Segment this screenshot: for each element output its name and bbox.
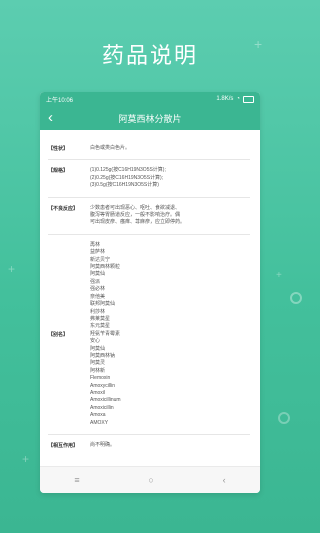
row-value: 再林 益萨林 新达贝宁 阿莫西林颗粒 阿莫仙 强派 强必林 奈他美 联邦阿莫仙 …	[90, 242, 250, 427]
plus-decoration: +	[8, 262, 16, 276]
value-line: 可出现皮疹、瘙痒、荨麻疹，应立即停药。	[90, 219, 186, 226]
status-time: 上午10:06	[46, 97, 74, 104]
alias-item: 阿莫西林颗粒	[90, 264, 121, 271]
network-speed: 1.8K/s	[216, 96, 234, 102]
row-label: 【性状】	[48, 146, 69, 152]
alias-item: 东元莫星	[90, 323, 111, 330]
row-label: 【相互作用】	[48, 443, 79, 449]
value-line: 白色或类白色片。	[90, 145, 131, 151]
row-label: 【规格】	[48, 168, 69, 175]
alias-item: Amoxa	[90, 412, 106, 419]
alias-item: 强必林	[90, 286, 106, 293]
alias-item: 利莎林	[90, 308, 106, 315]
row-value: 少数患者可出现恶心、呕吐、食欲减退、 腹泻等胃肠道反应，一般不影响治疗。偶 可出…	[90, 205, 250, 227]
alias-item: 再林	[90, 241, 101, 248]
page-title: 药品说明	[101, 43, 198, 68]
row-value: (1)0.125g(按C16H19N3O5S计算); (2)0.25g(按C16…	[90, 167, 250, 189]
home-icon[interactable]: ○	[148, 475, 153, 485]
alias-item: 阿莫西林钠	[90, 352, 116, 359]
back-icon[interactable]: ‹	[48, 110, 53, 125]
system-nav-bar: ≡ ○ ‹	[40, 466, 260, 493]
alias-item: 强派	[90, 278, 101, 285]
status-indicators: 1.8K/s ◔	[216, 95, 254, 103]
row-value: 尚不明确。	[90, 442, 250, 449]
drug-title: 阿莫西林分散片	[118, 113, 182, 124]
value-line: (1)0.125g(按C16H19N3O5S计算);	[90, 167, 166, 174]
status-bar: 上午10:06 1.8K/s ◔	[40, 92, 260, 106]
detail-row-interactions: 【相互作用】 尚不明确。	[48, 435, 250, 456]
alias-item: AMOXY	[90, 419, 109, 426]
circle-decoration	[290, 292, 302, 304]
detail-row-spec: 【规格】 (1)0.125g(按C16H19N3O5S计算); (2)0.25g…	[48, 160, 250, 198]
detail-row-aliases: 【别名】 再林 益萨林 新达贝宁 阿莫西林颗粒 阿莫仙 强派 强必林 奈他美 联…	[48, 235, 250, 435]
row-label: 【别名】	[48, 331, 69, 338]
row-label: 【不良反应】	[48, 205, 79, 212]
alias-item: Flemoxin	[90, 375, 111, 382]
value-line: (3)0.5g(按C16H19N3O5S计算)	[90, 182, 159, 189]
nav-back-icon[interactable]: ‹	[223, 475, 226, 485]
alias-item: 新达贝宁	[90, 256, 111, 263]
drug-details: 【性状】 白色或类白色片。 【规格】 (1)0.125g(按C16H19N3O5…	[40, 130, 260, 456]
app-bar: ‹ 阿莫西林分散片	[40, 106, 260, 130]
alias-item: 益萨林	[90, 249, 106, 256]
alias-item: 奈他美	[90, 293, 106, 300]
alias-item: Amoxicillin	[90, 404, 114, 411]
battery-icon	[243, 95, 254, 103]
alias-item: 阿莫仙	[90, 345, 106, 352]
alias-item: 联邦阿莫仙	[90, 301, 116, 308]
alias-item: Amoxil	[90, 389, 106, 396]
alias-item: 阿莫仙	[90, 271, 106, 278]
alias-item: Amoxycillin	[90, 382, 116, 389]
alias-item: Amoxicillinum	[90, 397, 121, 404]
phone-screen: 上午10:06 1.8K/s ◔ ‹ 阿莫西林分散片 【性状】 白色或类白色片。…	[40, 92, 260, 493]
detail-row-property: 【性状】 白色或类白色片。	[48, 138, 250, 161]
wifi-icon: ◔	[236, 96, 240, 102]
alias-item: 弗莱莫星	[90, 315, 111, 322]
alias-item: 羟氨苄青霉素	[90, 330, 121, 337]
plus-decoration: +	[22, 452, 30, 466]
alias-item: 阿林新	[90, 367, 106, 374]
value-line: 尚不明确。	[90, 442, 116, 448]
value-line: 少数患者可出现恶心、呕吐、食欲减退、	[90, 204, 181, 211]
circle-decoration	[278, 412, 290, 424]
alias-item: 安心	[90, 338, 101, 345]
detail-row-side-effects: 【不良反应】 少数患者可出现恶心、呕吐、食欲减退、 腹泻等胃肠道反应，一般不影响…	[48, 198, 250, 235]
menu-icon[interactable]: ≡	[74, 475, 79, 485]
plus-decoration: +	[276, 270, 282, 281]
row-value: 白色或类白色片。	[90, 145, 250, 152]
alias-item: 阿莫灵	[90, 360, 106, 367]
